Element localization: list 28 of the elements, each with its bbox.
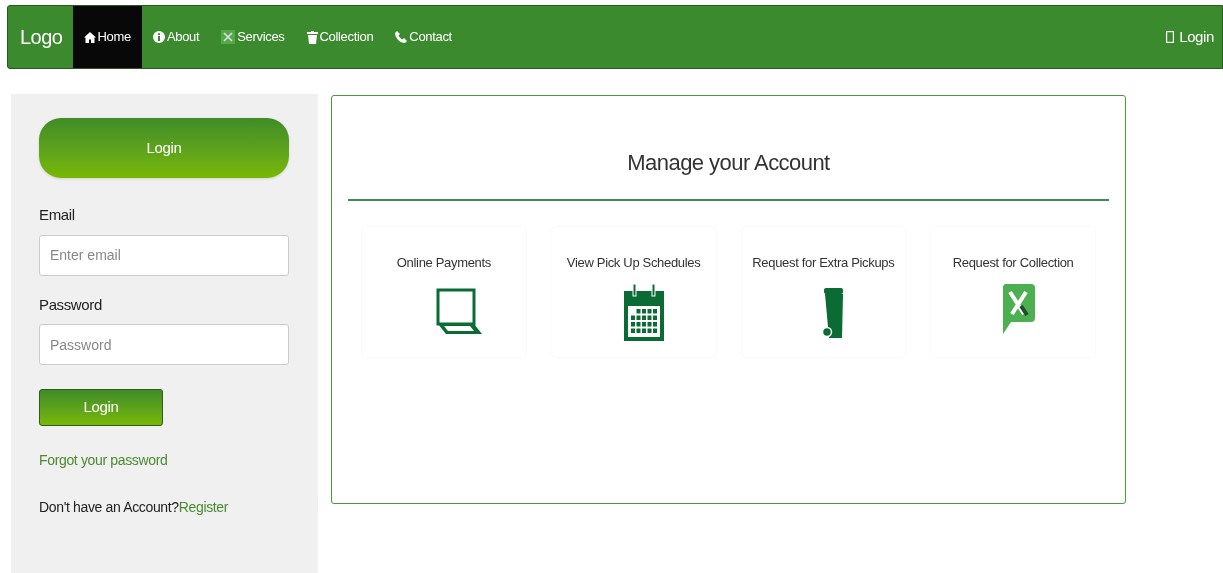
laptop-icon xyxy=(434,288,483,336)
nav-link[interactable]: Services xyxy=(210,6,296,68)
service-tile[interactable]: Online Payments xyxy=(362,227,526,357)
trash-icon xyxy=(306,30,318,44)
service-tile[interactable]: Request for Collection xyxy=(931,227,1095,357)
nav-link[interactable]: Home xyxy=(72,6,142,68)
login-header-button[interactable]: Login xyxy=(39,118,289,178)
forgot-password-link[interactable]: Forgot your password xyxy=(39,450,290,471)
nav-link[interactable]: Contact xyxy=(384,6,463,68)
nav-link[interactable]: Collection xyxy=(295,6,385,68)
service-tile[interactable]: Request for Extra Pickups xyxy=(741,227,906,357)
register-link[interactable]: Register xyxy=(178,499,229,515)
phone-icon xyxy=(395,31,408,43)
info-icon xyxy=(152,31,165,43)
calendar-icon xyxy=(622,284,665,342)
nav-link[interactable]: About xyxy=(141,6,211,68)
register-prompt: Don't have an Account? xyxy=(39,499,179,515)
logo[interactable]: Logo xyxy=(20,22,63,52)
email-field[interactable]: Enter email xyxy=(39,234,289,276)
password-field[interactable]: Password xyxy=(39,324,289,365)
home-icon xyxy=(83,31,96,43)
card-title: Manage your Account xyxy=(626,149,831,177)
login-link[interactable]: Login xyxy=(1166,25,1214,49)
square-icon xyxy=(1166,31,1175,43)
login-button[interactable]: Login xyxy=(39,389,163,426)
email-label: Email xyxy=(39,205,76,225)
service-tile[interactable]: View Pick Up Schedules xyxy=(551,227,716,357)
password-label: Password xyxy=(39,294,103,315)
